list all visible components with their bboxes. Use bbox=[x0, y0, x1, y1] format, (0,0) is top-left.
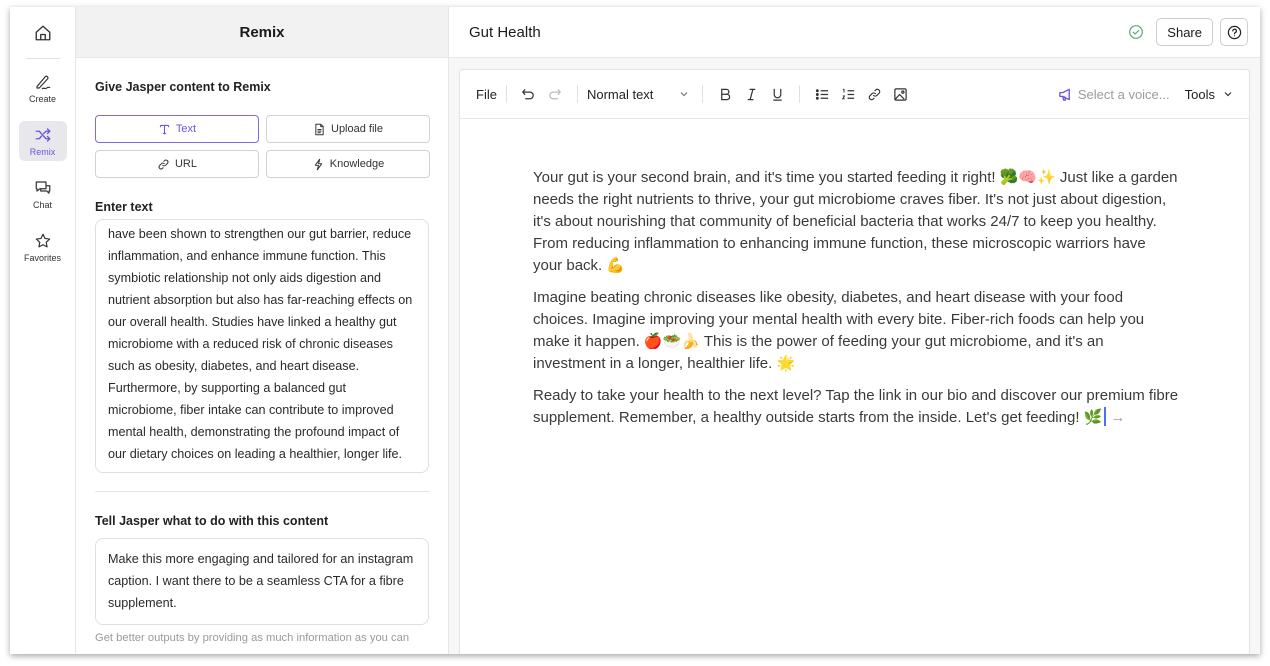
remix-panel: Remix Give Jasper content to Remix Text … bbox=[76, 7, 449, 654]
chevron-down-icon bbox=[680, 92, 688, 97]
link-button[interactable] bbox=[861, 82, 887, 106]
rail-item-remix[interactable]: Remix bbox=[18, 121, 67, 161]
toolbar-separator bbox=[702, 85, 704, 103]
app-window: Create Remix Chat Favorites Remix Give J… bbox=[10, 7, 1260, 654]
instructions-label: Tell Jasper what to do with this content bbox=[95, 514, 329, 528]
rail-label: Remix bbox=[29, 146, 56, 157]
rail-item-chat[interactable]: Chat bbox=[19, 174, 67, 214]
text-cursor bbox=[1104, 407, 1107, 426]
nav-rail: Create Remix Chat Favorites bbox=[10, 7, 76, 654]
bullet-list-button[interactable] bbox=[809, 82, 835, 106]
voice-placeholder: Select a voice... bbox=[1077, 86, 1170, 102]
home-icon bbox=[35, 25, 50, 41]
instructions-hint: Get better outputs by providing as much … bbox=[95, 632, 410, 644]
redo-button[interactable] bbox=[542, 82, 568, 106]
undo-button[interactable] bbox=[516, 82, 542, 106]
bold-button[interactable] bbox=[712, 82, 738, 106]
document-content[interactable]: Your gut is your second brain, and it's … bbox=[460, 119, 1249, 439]
source-knowledge-button[interactable]: Knowledge bbox=[266, 150, 430, 178]
rail-divider bbox=[25, 58, 60, 59]
italic-icon bbox=[747, 88, 756, 100]
document-header: Gut Health Share bbox=[449, 7, 1260, 58]
source-knowledge-label: Knowledge bbox=[329, 158, 385, 170]
rail-label: Create bbox=[28, 93, 56, 104]
numbered-list-button[interactable] bbox=[835, 82, 861, 106]
text-style-value: Normal text bbox=[586, 86, 654, 102]
source-upload-label: Upload file bbox=[331, 123, 383, 135]
instructions-input[interactable]: Make this more engaging and tailored for… bbox=[95, 538, 429, 625]
saved-check-icon bbox=[1129, 25, 1144, 39]
chat-icon bbox=[35, 180, 50, 194]
continue-arrow-icon[interactable]: → bbox=[1110, 409, 1125, 426]
file-menu-button[interactable]: File bbox=[476, 82, 497, 106]
toolbar-separator bbox=[799, 85, 801, 103]
enter-text-label: Enter text bbox=[95, 200, 153, 214]
home-button[interactable] bbox=[23, 19, 63, 47]
source-text-button[interactable]: Text bbox=[95, 115, 259, 143]
help-button[interactable] bbox=[1220, 18, 1248, 46]
source-text-label: Text bbox=[175, 123, 197, 135]
give-content-label: Give Jasper content to Remix bbox=[95, 80, 271, 94]
document-paragraph[interactable]: Imagine beating chronic diseases like ob… bbox=[533, 287, 1179, 375]
remix-panel-title: Remix bbox=[76, 7, 448, 58]
redo-icon bbox=[549, 88, 562, 99]
document-paragraph: Ready to take your health to the next le… bbox=[533, 387, 1179, 426]
source-text-input[interactable]: have been shown to strengthen our gut ba… bbox=[95, 219, 429, 473]
shuffle-icon bbox=[35, 127, 50, 142]
rail-label: Chat bbox=[32, 199, 52, 210]
numbered-list-icon bbox=[841, 88, 855, 99]
bullet-list-icon bbox=[815, 88, 829, 100]
source-url-label: URL bbox=[174, 158, 197, 170]
document-paragraph[interactable]: Your gut is your second brain, and it's … bbox=[533, 167, 1179, 277]
link-icon bbox=[158, 159, 169, 169]
rail-item-create[interactable]: Create bbox=[19, 68, 67, 108]
document-area: Gut Health Share File Normal text Select… bbox=[449, 7, 1260, 654]
toolbar-separator bbox=[505, 85, 507, 103]
share-button[interactable]: Share bbox=[1156, 18, 1213, 46]
image-button[interactable] bbox=[887, 82, 913, 106]
chevron-down-icon bbox=[1224, 92, 1232, 97]
pen-icon bbox=[35, 75, 50, 89]
document-paragraph-last[interactable]: Ready to take your health to the next le… bbox=[533, 385, 1179, 429]
megaphone-icon bbox=[1059, 88, 1070, 101]
editor-stage: File Normal text Select a voice... Tools… bbox=[449, 58, 1260, 654]
source-upload-button[interactable]: Upload file bbox=[266, 115, 430, 143]
star-icon bbox=[35, 233, 50, 247]
link-icon bbox=[868, 88, 881, 100]
undo-icon bbox=[522, 88, 535, 99]
text-icon bbox=[159, 124, 169, 134]
editor: File Normal text Select a voice... Tools… bbox=[459, 69, 1250, 654]
rail-label: Favorites bbox=[23, 252, 61, 263]
help-icon bbox=[1227, 25, 1241, 39]
italic-button[interactable] bbox=[738, 82, 764, 106]
document-title[interactable]: Gut Health bbox=[469, 24, 1128, 41]
tools-dropdown[interactable]: Tools bbox=[1185, 87, 1233, 102]
file-icon bbox=[315, 123, 324, 135]
bold-icon bbox=[721, 88, 731, 100]
rail-item-favorites[interactable]: Favorites bbox=[19, 227, 67, 267]
bolt-icon bbox=[314, 158, 323, 170]
underline-icon bbox=[773, 88, 782, 101]
tools-label: Tools bbox=[1184, 86, 1215, 102]
editor-toolbar: File Normal text Select a voice... Tools bbox=[460, 70, 1249, 119]
text-style-dropdown[interactable]: Normal text bbox=[587, 87, 693, 102]
underline-button[interactable] bbox=[764, 82, 790, 106]
voice-selector[interactable]: Select a voice... bbox=[1058, 87, 1170, 102]
source-options: Text Upload file URL Knowledge bbox=[95, 115, 430, 178]
image-icon bbox=[894, 87, 907, 101]
source-url-button[interactable]: URL bbox=[95, 150, 259, 178]
panel-divider bbox=[95, 491, 430, 492]
toolbar-separator bbox=[576, 85, 578, 103]
